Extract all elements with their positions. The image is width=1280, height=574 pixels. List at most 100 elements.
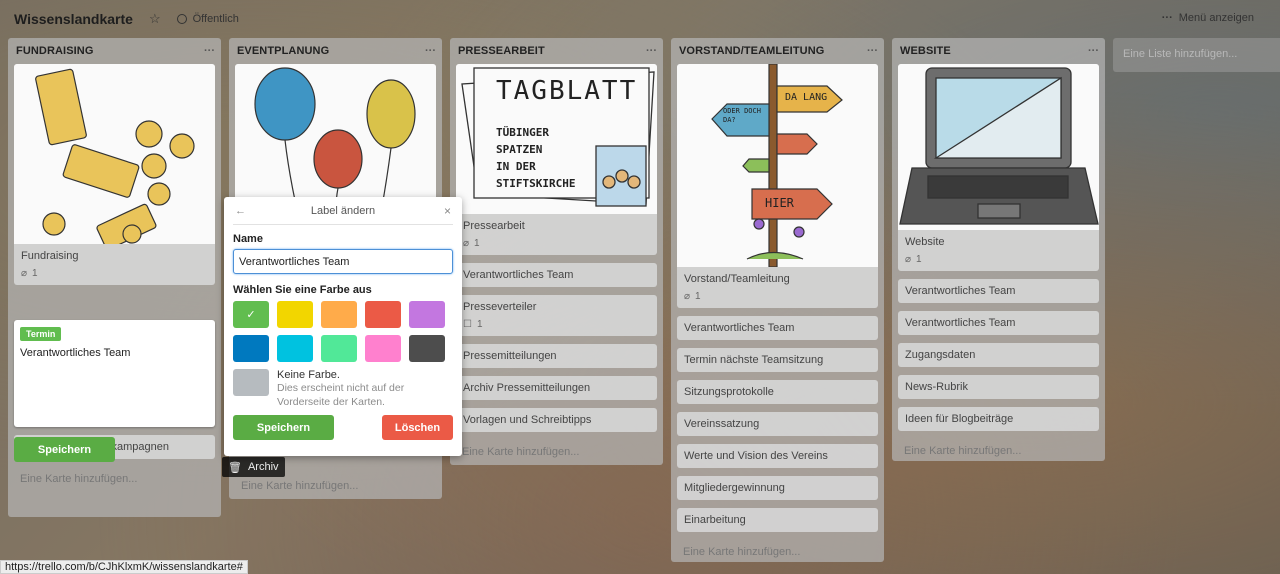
board-header: Wissenslandkarte ☆ Öffentlich ··· Menü a… <box>0 0 1280 38</box>
list-pressearbeit: PRESSEARBEIT ··· TAGBLATT TÜBINGER SPATZ… <box>450 38 663 465</box>
list-item[interactable]: Einarbeitung <box>677 508 878 532</box>
card-title: Zugangsdaten <box>905 349 976 361</box>
newspaper-line: IN DER <box>496 160 536 173</box>
card-presseverteiler[interactable]: Presseverteiler ☐ 1 <box>456 295 657 336</box>
save-label-button[interactable]: Speichern <box>233 415 334 440</box>
attachment-icon: ⌀ <box>21 268 28 279</box>
card-pressemitteilungen[interactable]: Pressemitteilungen <box>456 344 657 368</box>
add-list-button[interactable]: Eine Liste hinzufügen... <box>1113 38 1280 72</box>
archive-icon: 🗑 <box>228 461 242 474</box>
list-vorstand: VORSTAND/TEAMLEITUNG ··· DA LANG ODER DO… <box>671 38 884 562</box>
show-menu-label: Menü anzeigen <box>1178 12 1254 24</box>
list-menu-icon[interactable]: ··· <box>204 45 215 57</box>
money-illustration <box>14 64 215 244</box>
card-verantwortliches-team[interactable]: Verantwortliches Team <box>456 263 657 287</box>
label-name-input[interactable] <box>233 249 453 274</box>
card-title: Fundraising <box>21 250 79 262</box>
show-menu-button[interactable]: ··· Menü anzeigen <box>1162 12 1254 24</box>
list-title[interactable]: PRESSEARBEIT <box>458 45 545 57</box>
list-title[interactable]: FUNDRAISING <box>16 45 94 57</box>
save-card-button[interactable]: Speichern <box>14 437 115 462</box>
archive-label: Archiv <box>247 461 279 473</box>
list-title[interactable]: VORSTAND/TEAMLEITUNG <box>679 45 824 57</box>
back-arrow-icon[interactable]: ← <box>235 205 246 217</box>
color-swatch[interactable] <box>277 301 313 328</box>
color-swatch[interactable] <box>365 335 401 362</box>
card-title: Archiv Pressemitteilungen <box>463 382 591 394</box>
no-color-swatch[interactable] <box>233 369 269 396</box>
card-vorlagen[interactable]: Vorlagen und Schreibtipps <box>456 408 657 432</box>
list-menu-icon[interactable]: ··· <box>1088 45 1099 57</box>
list-item[interactable]: Vereinssatzung <box>677 412 878 436</box>
newspaper-subtitle: TÜBINGER SPATZEN IN DER STIFTSKIRCHE <box>496 124 575 192</box>
card-title: Vorlagen und Schreibtipps <box>463 414 592 426</box>
globe-icon <box>176 14 187 24</box>
color-swatch[interactable] <box>409 301 445 328</box>
checklist-count: 1 <box>476 319 483 330</box>
more-icon: ··· <box>1161 12 1173 24</box>
color-label: Wählen Sie eine Farbe aus <box>233 284 372 296</box>
color-swatch[interactable] <box>321 335 357 362</box>
add-card-button[interactable]: Eine Karte hinzufügen... <box>898 439 1099 457</box>
card-title: Werte und Vision des Vereins <box>684 450 828 462</box>
list-item[interactable]: Verantwortliches Team <box>898 279 1099 303</box>
visibility-button[interactable]: Öffentlich <box>176 13 239 25</box>
no-color-option[interactable]: Keine Farbe. Dies erscheint nicht auf de… <box>233 369 453 409</box>
card-fundraising[interactable]: Fundraising ⌀ 1 <box>14 64 215 285</box>
card-title: Mitgliedergewinnung <box>684 482 785 494</box>
card-archiv-pressemitteilungen[interactable]: Archiv Pressemitteilungen <box>456 376 657 400</box>
card-title: Ideen für Blogbeiträge <box>905 413 1014 425</box>
card-title: Einarbeitung <box>684 514 746 526</box>
name-label: Name <box>233 233 263 245</box>
quick-edit-card[interactable]: Termin Verantwortliches Team <box>14 320 215 427</box>
card-title: Website <box>905 236 945 248</box>
archive-button[interactable]: 🗑 Archiv <box>222 457 285 477</box>
list-item[interactable]: Termin nächste Teamsitzung <box>677 348 878 372</box>
board-title[interactable]: Wissenslandkarte <box>14 11 133 27</box>
card-pressearbeit[interactable]: TAGBLATT TÜBINGER SPATZEN IN DER STIFTSK… <box>456 64 657 255</box>
sign-text: HIER <box>765 196 794 210</box>
color-swatch[interactable] <box>233 335 269 362</box>
list-item[interactable]: Mitgliedergewinnung <box>677 476 878 500</box>
card-website[interactable]: Website ⌀ 1 <box>898 64 1099 271</box>
close-icon[interactable]: × <box>444 204 451 218</box>
list-menu-icon[interactable]: ··· <box>425 45 436 57</box>
color-swatch[interactable] <box>277 335 313 362</box>
card-title-editor[interactable]: Verantwortliches Team <box>20 347 209 359</box>
list-title[interactable]: WEBSITE <box>900 45 951 57</box>
list-item[interactable]: Verantwortliches Team <box>898 311 1099 335</box>
list-title[interactable]: EVENTPLANUNG <box>237 45 329 57</box>
color-swatch[interactable] <box>365 301 401 328</box>
add-card-button[interactable]: Eine Karte hinzufügen... <box>456 440 657 458</box>
card-vorstand[interactable]: DA LANG ODER DOCH DA? HIER Vorstand/Team… <box>677 64 878 308</box>
list-menu-icon[interactable]: ··· <box>646 45 657 57</box>
attachment-count: 1 <box>916 254 922 265</box>
color-swatch[interactable]: ✓ <box>233 301 269 328</box>
attachment-icon: ⌀ <box>905 254 912 265</box>
star-icon[interactable]: ☆ <box>149 11 161 27</box>
checklist-icon: ☐ <box>463 319 472 330</box>
list-item[interactable]: Werte und Vision des Vereins <box>677 444 878 468</box>
signpost-illustration: DA LANG ODER DOCH DA? HIER <box>677 64 878 267</box>
color-swatch[interactable] <box>321 301 357 328</box>
color-swatch[interactable] <box>409 335 445 362</box>
card-title: Sitzungsprotokolle <box>684 386 774 398</box>
list-item[interactable]: News-Rubrik <box>898 375 1099 399</box>
card-title: Pressemitteilungen <box>463 350 557 362</box>
attachment-count: 1 <box>474 238 480 249</box>
add-card-button[interactable]: Eine Karte hinzufügen... <box>677 540 878 558</box>
card-title: Verantwortliches Team <box>684 322 795 334</box>
delete-label-button[interactable]: Löschen <box>382 415 453 440</box>
list-menu-icon[interactable]: ··· <box>867 45 878 57</box>
list-item[interactable]: Sitzungsprotokolle <box>677 380 878 404</box>
no-color-description: Dies erscheint nicht auf der Vorderseite… <box>277 382 405 408</box>
sign-text: ODER DOCH DA? <box>723 107 761 124</box>
list-item[interactable]: Zugangsdaten <box>898 343 1099 367</box>
card-title: Verantwortliches Team <box>463 269 574 281</box>
list-item[interactable]: Verantwortliches Team <box>677 316 878 340</box>
add-card-button[interactable]: Eine Karte hinzufügen... <box>14 467 215 485</box>
card-title: Vereinssatzung <box>684 418 760 430</box>
card-label[interactable]: Termin <box>20 327 62 341</box>
list-item[interactable]: Ideen für Blogbeiträge <box>898 407 1099 431</box>
newspaper-headline: TAGBLATT <box>496 76 638 106</box>
